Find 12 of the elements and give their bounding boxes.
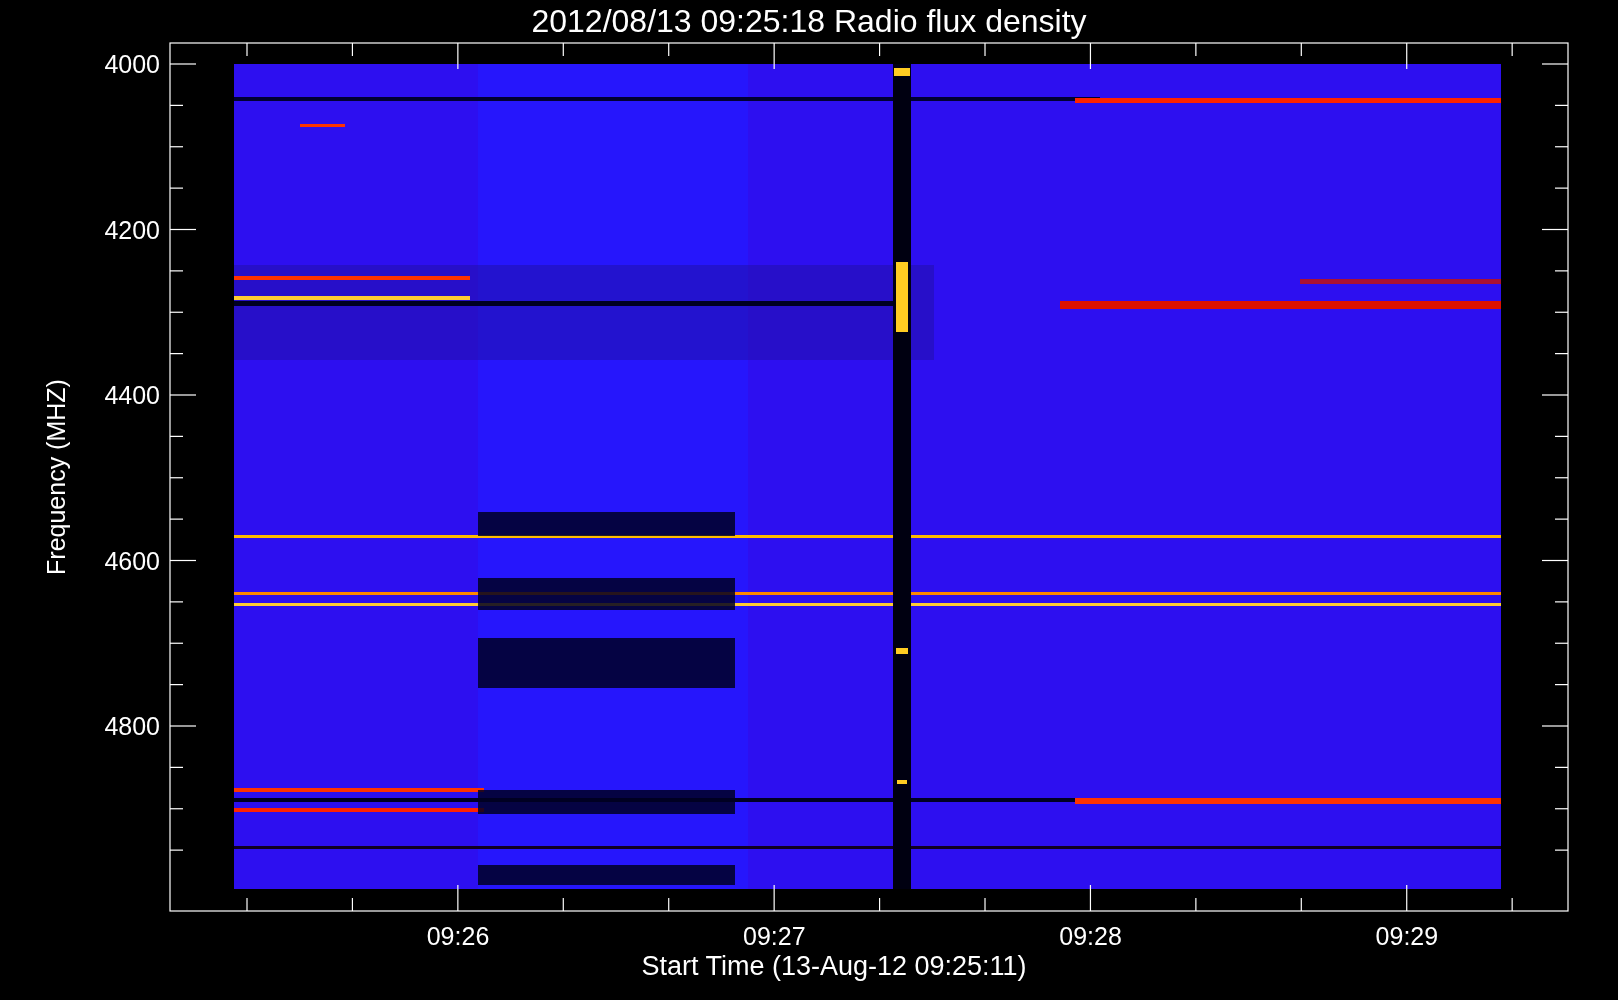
x-axis-title: Start Time (13-Aug-12 09:25:11) — [641, 951, 1027, 981]
y-tick-label: 4800 — [104, 712, 160, 740]
chart-title: 2012/08/13 09:25:18 Radio flux density — [531, 3, 1087, 39]
x-tick-label: 09:27 — [743, 922, 806, 950]
y-tick-label: 4000 — [104, 50, 160, 78]
y-tick-label: 4200 — [104, 215, 160, 244]
y-axis-title: Frequency (MHZ) — [42, 379, 70, 575]
y-tick-label: 4600 — [104, 546, 160, 575]
x-tick-label: 09:28 — [1059, 922, 1122, 950]
y-tick-label: 4400 — [104, 381, 160, 409]
x-tick-label: 09:29 — [1375, 922, 1439, 950]
x-tick-label: 09:26 — [426, 922, 490, 950]
